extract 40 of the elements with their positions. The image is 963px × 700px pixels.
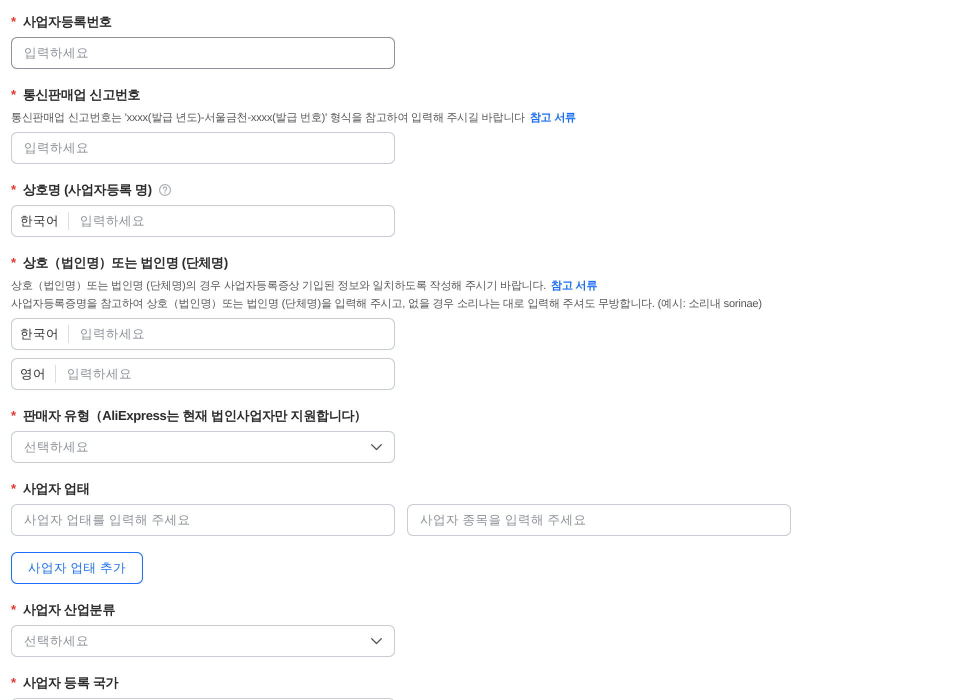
- required-asterisk: *: [11, 480, 16, 498]
- field-label: 상호（법인명）또는 법인명 (단체명): [22, 254, 228, 272]
- input-field[interactable]: 사업자 종목을 입력해 주세요: [407, 504, 791, 536]
- select-field[interactable]: 선택하세요: [11, 625, 395, 657]
- language-input-field[interactable]: 영어 입력하세요: [11, 358, 395, 390]
- chevron-down-icon: [371, 444, 382, 450]
- reference-link[interactable]: 참고 서류: [530, 112, 576, 124]
- input-field[interactable]: 입력하세요: [11, 37, 395, 69]
- input-field[interactable]: 입력하세요: [11, 132, 395, 164]
- help-text: 통신판매업 신고번호는 'xxxx(발급 년도)-서울금천-xxxx(발급 번호)' 형식을 참고하여 입력해 주시길 바랍니다 참고 서류: [11, 111, 577, 126]
- question-circle-icon[interactable]: [158, 184, 171, 196]
- input-field[interactable]: 사업자 업태를 입력해 주세요: [11, 504, 395, 536]
- language-label: 한국어: [20, 326, 59, 342]
- required-asterisk: *: [11, 674, 16, 692]
- language-input-field[interactable]: 한국어 입력하세요: [11, 205, 395, 237]
- chevron-down-icon: [371, 638, 382, 644]
- reference-link[interactable]: 참고 서류: [551, 280, 598, 292]
- field-label: 사업자 산업분류: [22, 601, 115, 619]
- help-text: 상호（법인명）또는 법인명 (단체명)의 경우 사업자등록증상 기입된 정보와 일치하도록 작성해 주시기 바랍니다. 참고 서류: [11, 279, 598, 294]
- language-label: 한국어: [20, 212, 59, 230]
- required-asterisk: *: [11, 13, 16, 31]
- required-asterisk: *: [11, 254, 16, 272]
- language-label: 영어: [20, 366, 46, 382]
- field-label: 통신판매업 신고번호: [22, 86, 140, 104]
- text-input[interactable]: 입력하세요: [67, 367, 386, 381]
- language-input-field[interactable]: 한국어 입력하세요: [11, 318, 395, 350]
- field-label: 사업자 등록 국가: [22, 674, 118, 692]
- required-asterisk: *: [11, 407, 16, 425]
- required-asterisk: *: [11, 86, 16, 104]
- text-input[interactable]: 입력하세요: [80, 327, 386, 341]
- select-field[interactable]: 선택하세요: [11, 431, 395, 463]
- field-label: 상호명 (사업자등록 명): [22, 181, 152, 199]
- required-asterisk: *: [11, 601, 16, 619]
- add-business-type-button[interactable]: 사업자 업태 추가: [11, 552, 143, 584]
- field-label: 판매자 유형（AliExpress는 현재 법인사업자만 지원합니다）: [22, 407, 367, 425]
- field-label: 사업자 업태: [22, 480, 90, 498]
- text-input[interactable]: 입력하세요: [80, 214, 386, 228]
- required-asterisk: *: [11, 181, 16, 199]
- field-label: 사업자등록번호: [22, 13, 112, 31]
- help-text: 사업자등록증명을 참고하여 상호（법인명）또는 법인명 (단체명)을 입력해 주시고, 없을 경우 소리나는 대로 입력해 주셔도 무방합니다. (예시: 소리내 sorinae): [11, 297, 763, 312]
